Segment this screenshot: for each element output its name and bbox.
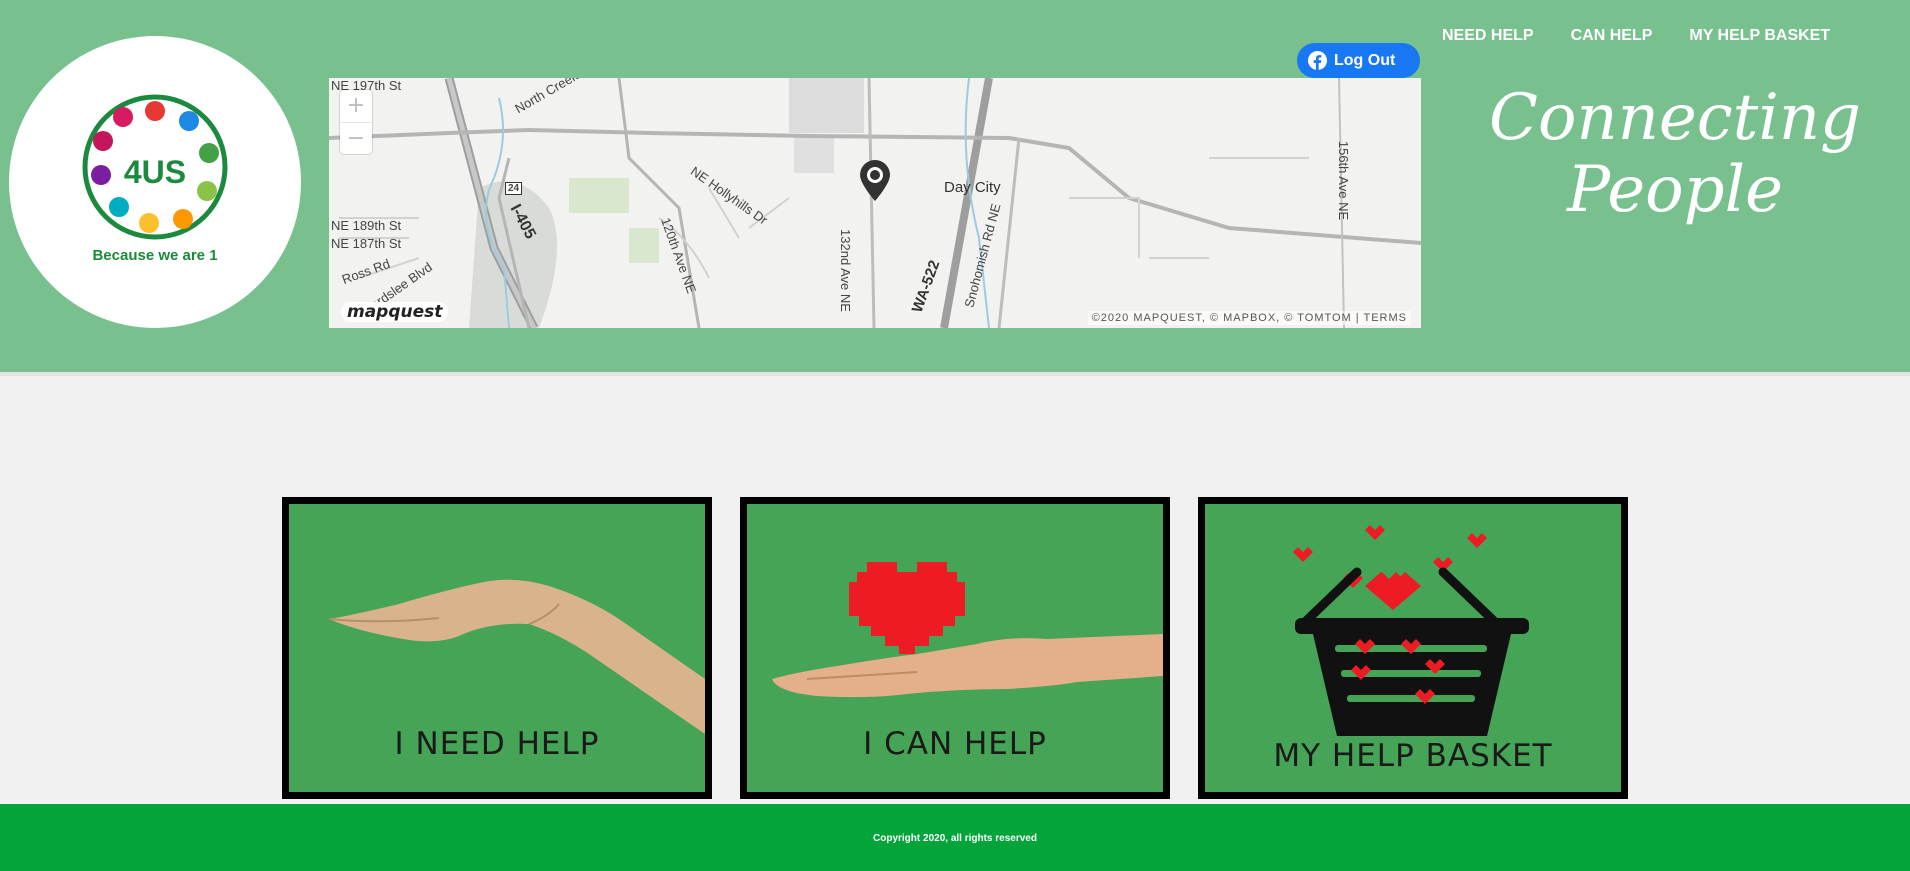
help-basket-card[interactable]: MY HELP BASKET <box>1198 497 1628 799</box>
zoom-in-button[interactable]: + <box>340 90 372 122</box>
card-title: I CAN HELP <box>863 726 1047 762</box>
map-attribution[interactable]: ©2020 MAPQUEST, © MAPBOX, © TOMTOM | TER… <box>1087 311 1411 325</box>
mapquest-logo[interactable]: mapquest <box>341 302 449 322</box>
logo-tagline: Because we are 1 <box>92 247 218 264</box>
tagline-line-2: People <box>1567 153 1783 227</box>
tagline-line-1: Connecting <box>1488 81 1862 155</box>
main-nav: NEED HELP CAN HELP MY HELP BASKET <box>1442 27 1830 45</box>
facebook-icon <box>1308 51 1327 70</box>
location-pin-icon[interactable] <box>858 160 892 202</box>
map-street-label: 132nd Ave NE <box>837 229 853 312</box>
nav-need-help[interactable]: NEED HELP <box>1442 27 1534 45</box>
facebook-button-label: Log Out <box>1334 51 1396 69</box>
copyright-text: Copyright 2020, all rights reserved <box>873 833 1037 844</box>
site-footer: Copyright 2020, all rights reserved <box>0 804 1910 871</box>
map-widget[interactable]: Day City NE 197th St NE 189th St NE 187t… <box>329 78 1421 328</box>
nav-my-help-basket[interactable]: MY HELP BASKET <box>1689 27 1830 45</box>
map-street-label: NE 189th St <box>331 218 402 233</box>
card-title: I NEED HELP <box>394 726 600 762</box>
card-title: MY HELP BASKET <box>1273 738 1553 774</box>
nav-can-help[interactable]: CAN HELP <box>1571 27 1653 45</box>
logo-badge[interactable]: 4US Because we are 1 <box>9 36 301 328</box>
map-street-label: 156th Ave NE <box>1336 140 1352 221</box>
facebook-logout-button[interactable]: Log Out <box>1297 43 1420 78</box>
map-zoom-control: + − <box>340 90 372 154</box>
map-place-label: Day City <box>944 179 1001 196</box>
can-help-card[interactable]: I CAN HELP <box>740 497 1170 799</box>
zoom-out-button[interactable]: − <box>340 122 372 154</box>
map-street-label: NE 187th St <box>331 236 402 251</box>
logo-icon: 4US <box>82 94 228 240</box>
need-help-card[interactable]: I NEED HELP <box>282 497 712 799</box>
site-header: 4US Because we are 1 Day City NE 197th S… <box>0 0 1910 376</box>
hero-tagline: Connecting People <box>1460 82 1890 226</box>
map-canvas[interactable] <box>329 78 1421 328</box>
logo-mark-text: 4US <box>124 154 186 190</box>
highway-shield: 24 <box>505 182 523 195</box>
